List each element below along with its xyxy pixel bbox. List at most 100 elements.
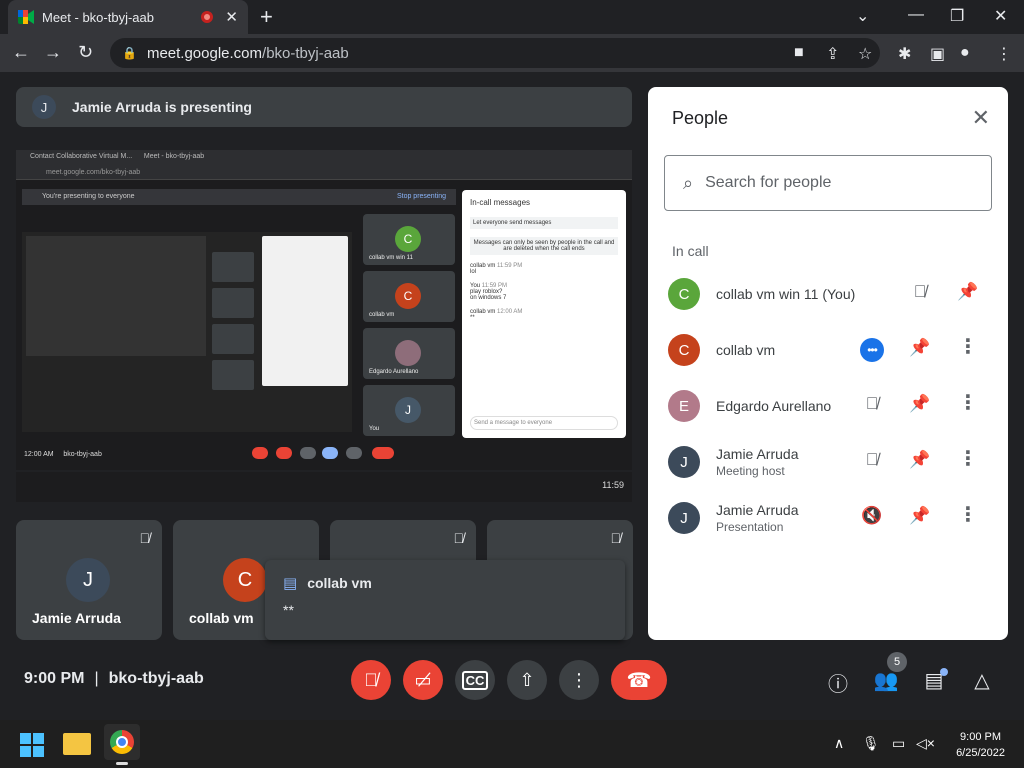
meet-stage: J Jamie Arruda is presenting Contact Col…	[0, 72, 1024, 720]
present-screen-icon: ⇧	[519, 669, 535, 690]
pin-icon[interactable]: 📌	[956, 282, 980, 302]
mic-off-icon[interactable]: 🎙̸	[860, 394, 884, 414]
participant-row[interactable]: C collab vm ••• 📌 ⋮	[648, 322, 1008, 378]
volume-mute-icon[interactable]: ◁×	[916, 735, 935, 752]
clock-date: 6/25/2022	[956, 747, 1005, 759]
camera-toggle-button[interactable]: ▭̸	[403, 660, 443, 700]
pin-icon[interactable]: 📌	[908, 450, 932, 470]
url-path: /bko-tbyj-aab	[262, 44, 349, 62]
meeting-info-icon[interactable]: ⓘ	[824, 668, 852, 697]
url-host: meet.google.com	[146, 44, 263, 62]
presented-chat-input: Send a message to everyone	[470, 416, 618, 430]
participant-name: collab vm win 11 (You)	[716, 286, 856, 302]
search-icon: ⌕	[683, 172, 694, 193]
window-close-icon[interactable]: ✕	[994, 6, 1007, 26]
new-tab-icon[interactable]: +	[260, 6, 273, 28]
participant-row[interactable]: E Edgardo Aurellano 🎙̸ 📌 ⋮	[648, 378, 1008, 434]
presented-tile-name: collab vm	[369, 312, 395, 318]
microphone-icon[interactable]: 🎙	[862, 735, 880, 752]
camera-icon[interactable]: ■	[794, 44, 804, 62]
tab-close-icon[interactable]: ✕	[225, 8, 238, 26]
mic-off-icon: 🎙̸	[364, 669, 378, 690]
share-icon[interactable]: ⇪	[826, 44, 839, 64]
captions-button[interactable]: CC	[455, 660, 495, 700]
presented-tile: Edgardo Aurellano	[363, 328, 455, 379]
leave-call-button[interactable]: ☎	[611, 660, 667, 700]
presented-nested-screen	[22, 232, 352, 432]
presented-more-button	[346, 447, 362, 459]
people-panel: People ✕ ⌕ Search for people In call C c…	[648, 87, 1008, 640]
file-explorer-icon[interactable]	[63, 733, 91, 755]
pin-off-icon[interactable]: 📌	[908, 506, 932, 526]
presenting-strip: You're presenting to everyone Stop prese…	[22, 189, 456, 205]
avatar: C	[668, 278, 700, 310]
more-options-icon[interactable]: ⋮	[956, 390, 980, 415]
participant-tile[interactable]: 🎙̸ J Jamie Arruda	[16, 520, 162, 640]
back-arrow-icon[interactable]: ←	[12, 42, 30, 63]
more-options-icon[interactable]: ⋮	[956, 502, 980, 527]
mic-off-icon: 🎙̸	[610, 530, 622, 546]
presented-mic-button	[252, 447, 268, 459]
network-icon[interactable]: ▭	[892, 735, 905, 752]
camera-off-icon: ▭̸	[414, 669, 432, 690]
present-button[interactable]: ⇧	[507, 660, 547, 700]
presented-tile-name: Edgardo Aurellano	[369, 369, 419, 375]
extensions-icon[interactable]: ✱	[898, 44, 911, 64]
system-clock[interactable]: 9:00 PM 6/25/2022	[956, 729, 1005, 761]
browser-menu-icon[interactable]: ⋮	[996, 44, 1012, 64]
close-icon[interactable]: ✕	[972, 105, 990, 131]
forward-arrow-icon[interactable]: →	[44, 42, 62, 63]
avatar: C	[223, 558, 267, 602]
avatar: C	[395, 226, 421, 252]
volume-off-icon[interactable]: 🔇	[860, 506, 884, 526]
presented-present-button	[322, 447, 338, 459]
meeting-details: 9:00 PM | bko-tbyj-aab	[24, 670, 204, 688]
pin-icon[interactable]: 📌	[908, 394, 932, 414]
mic-off-icon[interactable]: 🎙̸	[860, 450, 884, 470]
chat-notification-header: ▤ collab vm	[283, 574, 607, 592]
more-options-icon[interactable]: ⋮	[956, 446, 980, 471]
pin-icon[interactable]: 📌	[908, 338, 932, 358]
presented-task-time: 11:59	[602, 480, 624, 490]
browser-tab-meet[interactable]: Meet - bko-tbyj-aab ✕	[8, 0, 248, 34]
nested-screen-thumbnail	[26, 236, 206, 356]
chat-message: **	[283, 602, 294, 618]
participant-name: collab vm	[716, 342, 776, 358]
windows-taskbar: ∧ 🎙 ▭ ◁× 9:00 PM 6/25/2022	[0, 720, 1024, 768]
mic-toggle-button[interactable]: 🎙̸	[351, 660, 391, 700]
side-panel-icon[interactable]: ▣	[930, 44, 945, 64]
search-people-input[interactable]: ⌕ Search for people	[664, 155, 992, 211]
restore-icon[interactable]: ❐	[950, 6, 964, 26]
participant-row[interactable]: J Jamie Arruda Meeting host 🎙̸ 📌 ⋮	[648, 434, 1008, 490]
tray-chevron-up-icon[interactable]: ∧	[834, 735, 844, 752]
presented-tile-name: You	[369, 426, 380, 432]
participant-row[interactable]: C collab vm win 11 (You) 🎙̸ 📌	[648, 266, 1008, 322]
more-options-icon[interactable]: ⋮	[956, 334, 980, 359]
presented-chat-toggle: Let everyone send messages	[470, 217, 618, 229]
chevron-down-icon[interactable]: ⌄	[856, 6, 869, 26]
browser-tabbar: Meet - bko-tbyj-aab ✕ + ⌄ — ❐ ✕	[0, 0, 1024, 34]
participant-row[interactable]: J Jamie Arruda Presentation 🔇 📌 ⋮	[648, 490, 1008, 546]
address-bar[interactable]: 🔒 meet.google.com/bko-tbyj-aab	[110, 38, 880, 68]
presented-chat-panel: In-call messages Let everyone send messa…	[462, 190, 626, 438]
avatar: E	[668, 390, 700, 422]
chrome-taskbar-icon[interactable]	[104, 724, 140, 765]
presented-screen[interactable]: Contact Collaborative Virtual M... Meet …	[16, 150, 632, 470]
star-icon[interactable]: ☆	[858, 44, 872, 64]
more-options-button[interactable]: ⋮	[559, 660, 599, 700]
avatar: J	[668, 446, 700, 478]
profile-icon[interactable]: ●	[960, 44, 970, 62]
activities-icon[interactable]: △	[968, 668, 996, 693]
presented-message: You 11:59 PM play roblox? on windows 7	[470, 283, 618, 301]
windows-start-icon[interactable]	[20, 733, 44, 757]
chat-notification[interactable]: ▤ collab vm **	[265, 560, 625, 640]
presented-cam-button	[276, 447, 292, 459]
avatar: C	[395, 283, 421, 309]
participant-name: Jamie Arruda	[716, 502, 799, 518]
reload-icon[interactable]: ↻	[78, 42, 93, 63]
meet-favicon-icon	[18, 10, 34, 24]
mic-off-icon[interactable]: 🎙̸	[908, 282, 932, 302]
minimize-icon[interactable]: —	[908, 6, 924, 24]
section-label: In call	[672, 243, 709, 259]
nested-tile	[212, 288, 254, 318]
